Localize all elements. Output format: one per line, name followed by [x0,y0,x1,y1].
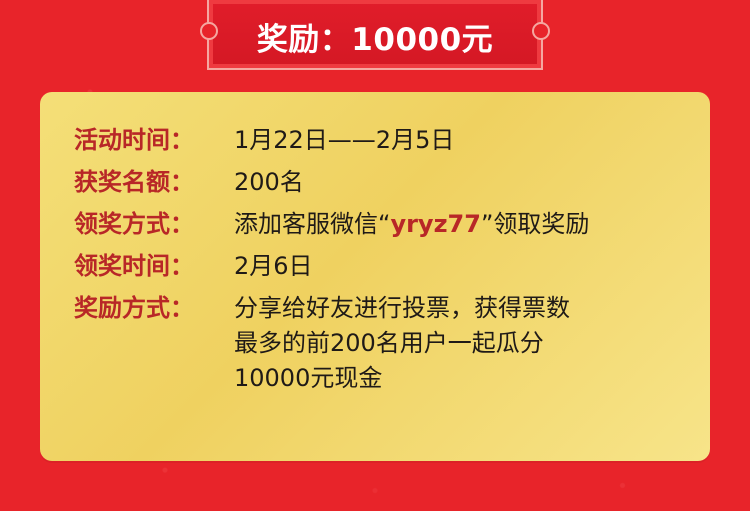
claim-method-row: 领奖方式： 添加客服微信“yryz77”领取奖励 [74,207,680,241]
wechat-prefix-text: 添加客服微信“ [234,210,391,238]
claim-time-label: 领奖时间： [74,252,194,280]
claim-time-row: 领奖时间： 2月6日 [74,249,680,283]
wechat-id: yryz77 [390,210,481,238]
activity-time-row: 活动时间： 1月22日——2月5日 [74,123,680,157]
activity-time-value: 1月22日——2月5日 [234,126,455,154]
reward-method-line-3: 10000元现金 [234,364,383,392]
claim-time-value: 2月6日 [234,252,313,280]
reward-banner: 奖励：10000元 [200,0,550,70]
winner-quota-row: 获奖名额： 200名 [74,165,680,199]
winner-quota-label: 获奖名额： [74,168,194,196]
wechat-suffix-text: ”领取奖励 [480,210,590,238]
claim-method-label: 领奖方式： [74,210,194,238]
reward-title: 奖励：10000元 [256,22,494,58]
activity-time-label: 活动时间： [74,126,194,154]
activity-info-card: 活动时间： 1月22日——2月5日 获奖名额： 200名 领奖方式： 添加客服微… [40,92,710,461]
reward-method-line-1: 分享给好友进行投票，获得票数 [234,294,570,322]
claim-method-value: 添加客服微信“yryz77”领取奖励 [234,207,589,241]
reward-method-label: 奖励方式： [74,294,194,322]
reward-method-line-2: 最多的前200名用户一起瓜分 [234,329,544,357]
reward-method-value: 分享给好友进行投票，获得票数 最多的前200名用户一起瓜分 10000元现金 [234,291,570,396]
winner-quota-value: 200名 [234,168,304,196]
reward-method-row: 奖励方式： 分享给好友进行投票，获得票数 最多的前200名用户一起瓜分 1000… [74,291,680,396]
